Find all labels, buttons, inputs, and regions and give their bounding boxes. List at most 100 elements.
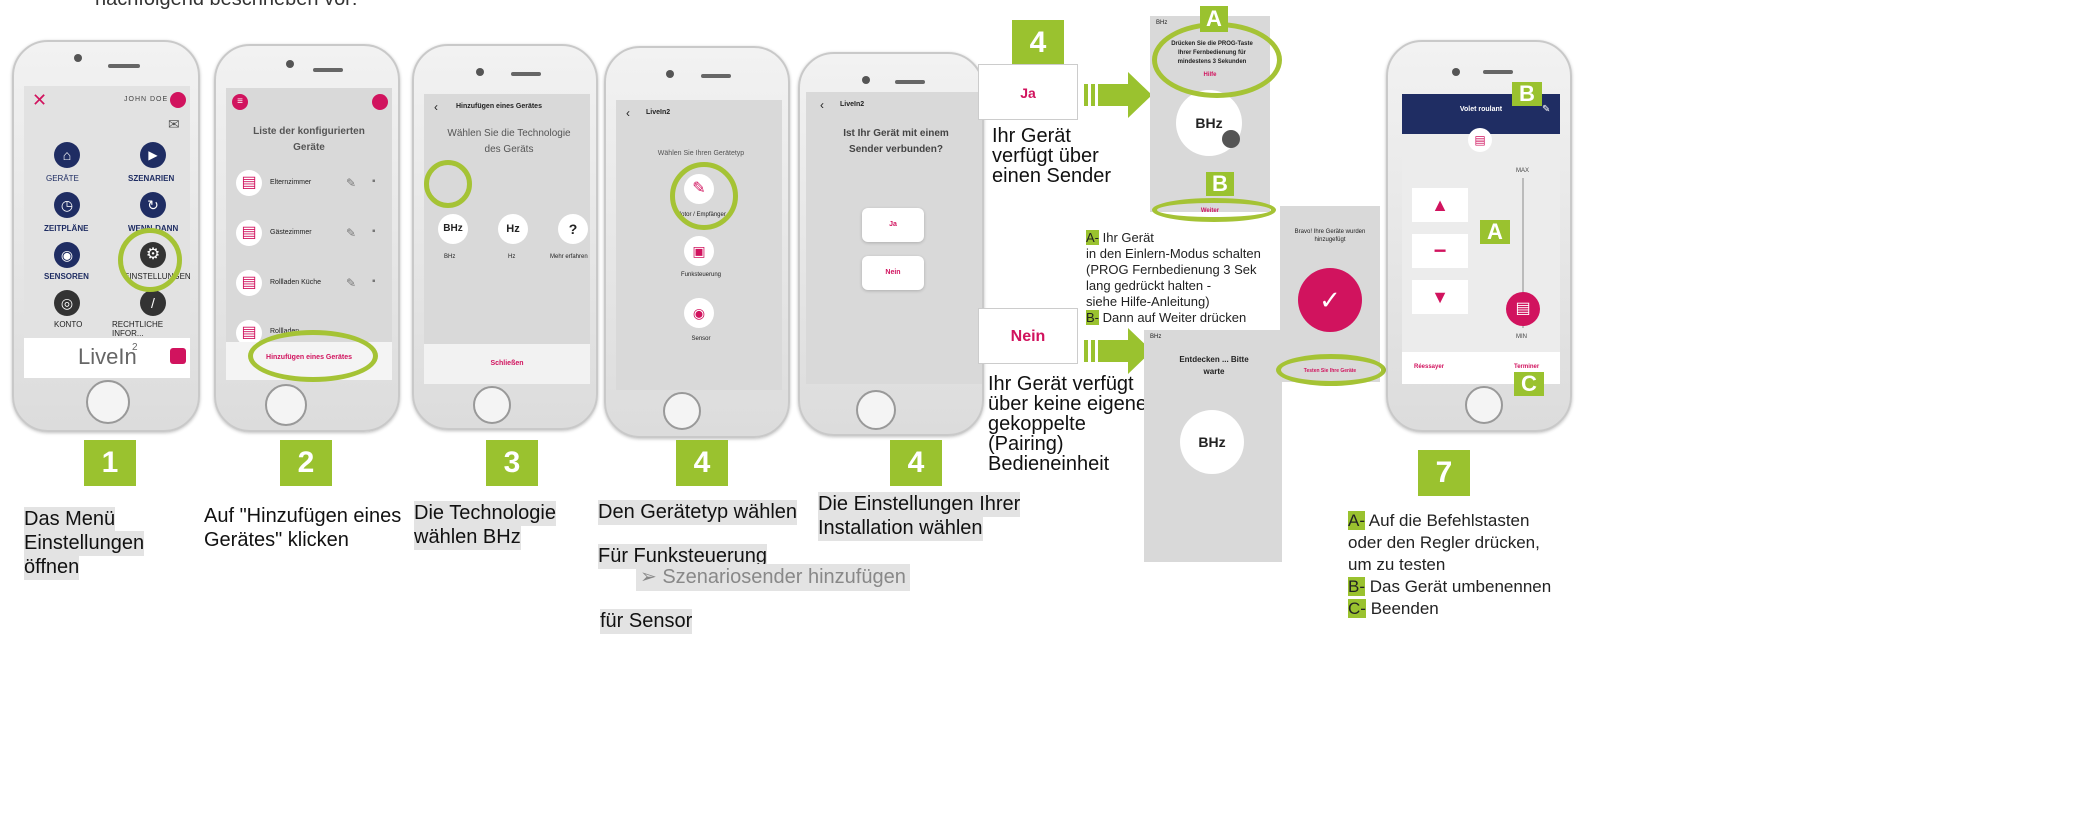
menu-geraete[interactable]: GERÄTE [46,174,79,183]
caption-2: Auf "Hinzufügen eines [204,505,402,527]
step-number: 4 [890,440,942,486]
remote-icon[interactable]: ▣ [684,236,714,266]
close-icon[interactable]: ✕ [32,90,47,111]
menu-zeitplaene[interactable]: ZEITPLÄNE [44,224,88,233]
arrow-right-icon [1084,72,1152,118]
highlight-ring-prog [1152,22,1282,98]
nein-box: Nein [978,308,1078,364]
edit-icon[interactable]: ✎ [346,276,356,290]
down-button[interactable]: ▼ [1412,280,1468,314]
close-button[interactable]: Schließen [424,360,590,367]
device-row[interactable]: Gästezimmer [270,229,312,236]
back-icon[interactable]: ‹ [626,106,630,120]
label-b: B [1206,172,1234,196]
delete-icon[interactable]: ▪ [372,276,376,287]
user-avatar[interactable] [170,92,186,108]
type-title: Wählen Sie Ihren Gerätetyp [657,150,745,157]
help-icon[interactable]: ? [558,214,588,244]
back-icon[interactable]: ‹ [820,98,824,112]
discover-text: Entdecken ... Bitte warte [1179,355,1249,376]
no-button[interactable]: Nein [862,256,924,290]
step-number: 4 [676,440,728,486]
highlight-ring-3 [424,160,472,208]
step-number: 2 [280,440,332,486]
bhz-logo: BHz [1180,410,1244,474]
caption-5: Die Einstellungen Ihrer [818,492,1021,517]
highlight-ring-next [1152,198,1276,222]
check-icon: ✓ [1298,268,1362,332]
stop-button[interactable]: − [1412,234,1468,268]
bhz-logo[interactable]: BHz [438,214,468,244]
label-a: A [1480,220,1510,244]
step-number: 3 [486,440,538,486]
menu-rechtliche[interactable]: RECHTLICHE INFOR... [112,320,190,338]
eye-icon[interactable]: ◉ [54,242,80,268]
mail-icon[interactable]: ✉ [168,116,180,133]
highlight-ring-4 [670,162,738,230]
back-icon[interactable]: ‹ [434,100,438,114]
blind-icon: ▤ [1468,128,1492,152]
edit-icon[interactable]: ✎ [346,226,356,240]
top-text: nachfolgend beschrieben vor: [95,0,357,11]
highlight-ring-2 [248,330,378,382]
home-button[interactable] [856,390,896,430]
device-row[interactable]: Rollladen Küche [270,279,321,286]
home-button[interactable] [663,392,701,430]
header-title: Hinzufügen eines Gerätes [456,103,542,110]
home-icon[interactable]: ⌂ [54,142,80,168]
edit-icon[interactable]: ✎ [346,176,356,190]
clock-icon[interactable]: ◷ [54,192,80,218]
blind-icon: ▤ [236,170,262,196]
home-button[interactable] [86,380,130,424]
step-number: 1 [84,440,136,486]
menu-szenarien[interactable]: SZENARIEN [128,174,174,183]
instructions: A- Ihr Gerät in den Einlern-Modus schalt… [1086,230,1261,325]
home-button[interactable] [265,384,307,426]
menu-konto[interactable]: KONTO [54,320,82,329]
home-button[interactable] [1465,386,1503,424]
account-icon[interactable]: ◎ [54,290,80,316]
cycle-icon[interactable]: ↻ [140,192,166,218]
phone-7: Volet roulant ✎ ▤ ▲ − ▼ MAX ▤ MIN Réessa… [1386,40,1572,432]
question-text: Ist Ihr Gerät mit einem Sender verbunden… [843,128,949,155]
menu-icon[interactable]: ≡ [232,94,248,110]
bravo-text: Bravo! Ihre Geräte wurden hinzugefügt [1294,229,1366,243]
device-row[interactable]: Elternzimmer [270,179,311,186]
phone-4: ‹ LiveIn2 Wählen Sie Ihren Gerätetyp ✎ M… [604,46,790,438]
legal-icon[interactable]: / [140,290,166,316]
blind-icon: ▤ [236,220,262,246]
label-b: B [1512,82,1542,106]
blind-icon: ▤ [236,270,262,296]
sensor-icon[interactable]: ◉ [684,298,714,328]
edit-icon[interactable]: ✎ [1542,104,1550,115]
play-icon[interactable]: ▶ [140,142,166,168]
delete-icon[interactable]: ▪ [372,226,376,237]
caption-4: Den Gerätetyp wählen [598,500,798,525]
phone-5: ‹ LiveIn2 Ist Ihr Gerät mit einem Sender… [798,52,984,436]
hz-logo[interactable]: Hz [498,214,528,244]
settings-icon[interactable] [372,94,388,110]
delete-icon[interactable]: ▪ [372,176,376,187]
up-button[interactable]: ▲ [1412,188,1468,222]
highlight-ring-1 [118,228,182,292]
slider-handle[interactable]: ▤ [1506,292,1540,326]
remote-icon [1222,130,1240,148]
brand-logo: LiveIn [78,344,137,369]
menu-sensoren[interactable]: SENSOREN [44,272,89,281]
label-c: C [1514,372,1544,396]
caption-scenario: ➢ Szenariosender hinzufügen [636,564,910,591]
retry-button[interactable]: Réessayer [1414,364,1444,370]
caption-1: Das Menü [24,507,116,532]
highlight-ring-test [1276,354,1386,386]
brand-bar: LiveIn 2 [24,338,190,378]
discover-screen: BHz Entdecken ... Bitte warte BHz [1144,330,1282,562]
finish-button[interactable]: Terminer [1514,364,1539,370]
user-name: JOHN DOE [124,96,169,103]
yes-button[interactable]: Ja [862,208,924,242]
home-button[interactable] [473,386,511,424]
device-title: Volet roulant [1459,106,1503,113]
label-a: A [1200,6,1228,32]
step-number: 7 [1418,450,1470,496]
header-title: LiveIn2 [646,109,671,116]
phone-3: ‹ Hinzufügen eines Gerätes Wählen Sie di… [412,44,598,430]
